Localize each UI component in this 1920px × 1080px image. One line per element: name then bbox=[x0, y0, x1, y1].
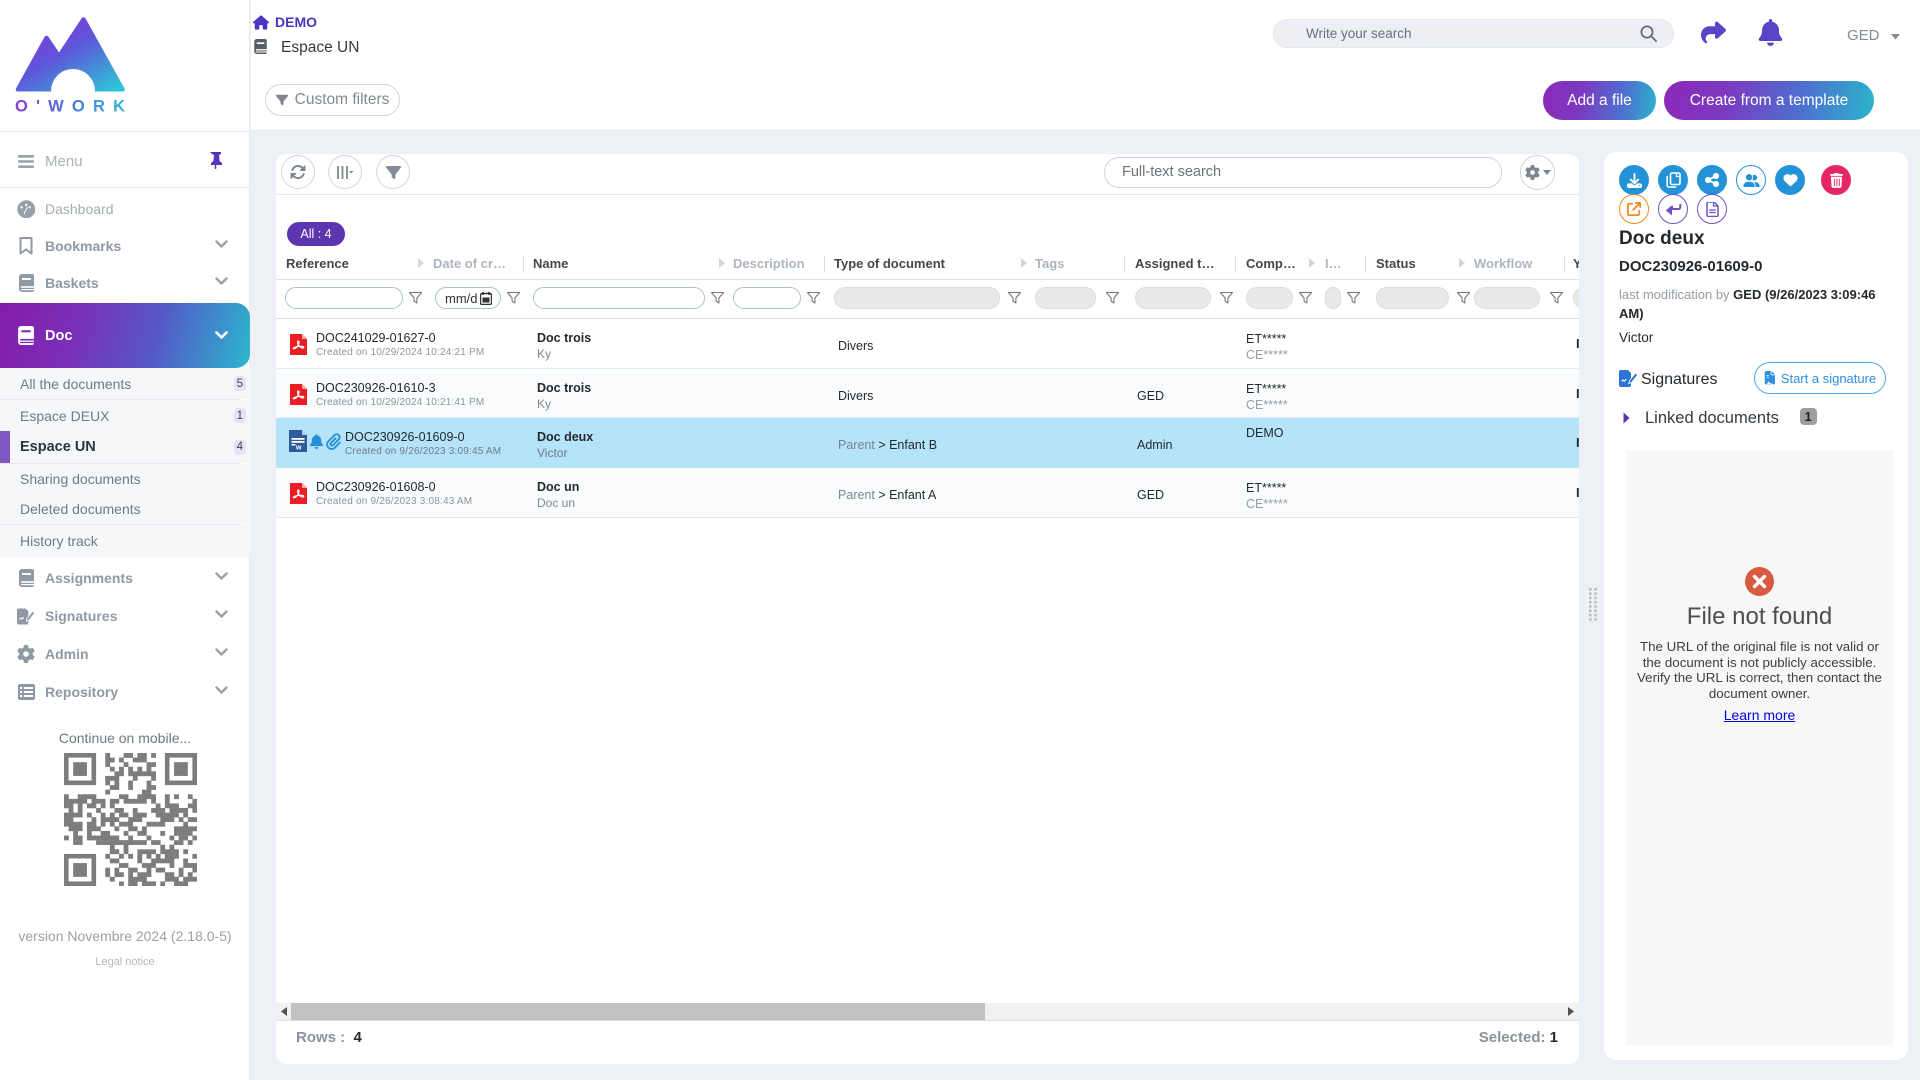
svg-text:O'WORK: O'WORK bbox=[15, 98, 127, 116]
svg-text:w: w bbox=[295, 445, 302, 452]
